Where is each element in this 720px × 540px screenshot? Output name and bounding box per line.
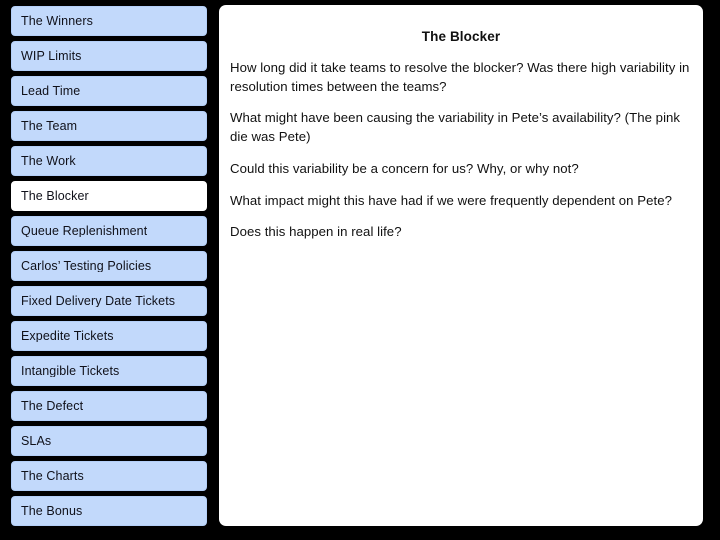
sidebar-item-the-bonus[interactable]: The Bonus	[11, 496, 207, 526]
sidebar-item-the-charts[interactable]: The Charts	[11, 461, 207, 491]
sidebar-item-label: Queue Replenishment	[21, 224, 148, 238]
content-paragraph: What impact might this have had if we we…	[230, 192, 672, 208]
sidebar-item-label: The Charts	[21, 469, 84, 483]
sidebar-item-label: The Defect	[21, 399, 84, 413]
sidebar-item-label: Expedite Tickets	[21, 329, 114, 343]
content-paragraph: Does this happen in real life?	[230, 224, 402, 240]
content-body: How long did it take teams to resolve th…	[219, 59, 703, 242]
sidebar-item-label: SLAs	[21, 434, 52, 448]
sidebar-item-label: Carlos’ Testing Policies	[21, 259, 152, 273]
sidebar-item-carlos-testing-policies[interactable]: Carlos’ Testing Policies	[11, 251, 207, 281]
sidebar-item-label: The Team	[21, 119, 78, 133]
sidebar-item-the-winners[interactable]: The Winners	[11, 6, 207, 36]
page-title: The Blocker	[421, 29, 501, 44]
sidebar-item-label: The Work	[21, 154, 76, 168]
sidebar-item-queue-replenishment[interactable]: Queue Replenishment	[11, 216, 207, 246]
sidebar-item-label: The Winners	[21, 14, 93, 28]
sidebar-item-the-blocker[interactable]: The Blocker	[11, 181, 207, 211]
sidebar-item-slas[interactable]: SLAs	[11, 426, 207, 456]
sidebar-item-fixed-delivery-date-tickets[interactable]: Fixed Delivery Date Tickets	[11, 286, 207, 316]
sidebar-item-intangible-tickets[interactable]: Intangible Tickets	[11, 356, 207, 386]
sidebar-item-label: WIP Limits	[21, 49, 82, 63]
sidebar-item-label: Intangible Tickets	[21, 364, 120, 378]
sidebar-item-the-team[interactable]: The Team	[11, 111, 207, 141]
sidebar-item-lead-time[interactable]: Lead Time	[11, 76, 207, 106]
sidebar-item-the-defect[interactable]: The Defect	[11, 391, 207, 421]
sidebar-item-wip-limits[interactable]: WIP Limits	[11, 41, 207, 71]
content-paragraph: What might have been causing the variabi…	[230, 110, 681, 145]
sidebar-item-label: Fixed Delivery Date Tickets	[21, 294, 176, 308]
sidebar-item-expedite-tickets[interactable]: Expedite Tickets	[11, 321, 207, 351]
sidebar-item-label: The Bonus	[21, 504, 83, 518]
sidebar-item-label: Lead Time	[21, 84, 81, 98]
sidebar-item-label: The Blocker	[21, 189, 89, 203]
content-paragraph: Could this variability be a concern for …	[230, 160, 579, 176]
content-panel: The Blocker How long did it take teams t…	[219, 5, 703, 526]
sidebar-nav: The Winners WIP Limits Lead Time The Team Th…	[0, 0, 215, 540]
sidebar-item-the-work[interactable]: The Work	[11, 146, 207, 176]
content-paragraph: How long did it take teams to resolve th…	[230, 60, 690, 94]
